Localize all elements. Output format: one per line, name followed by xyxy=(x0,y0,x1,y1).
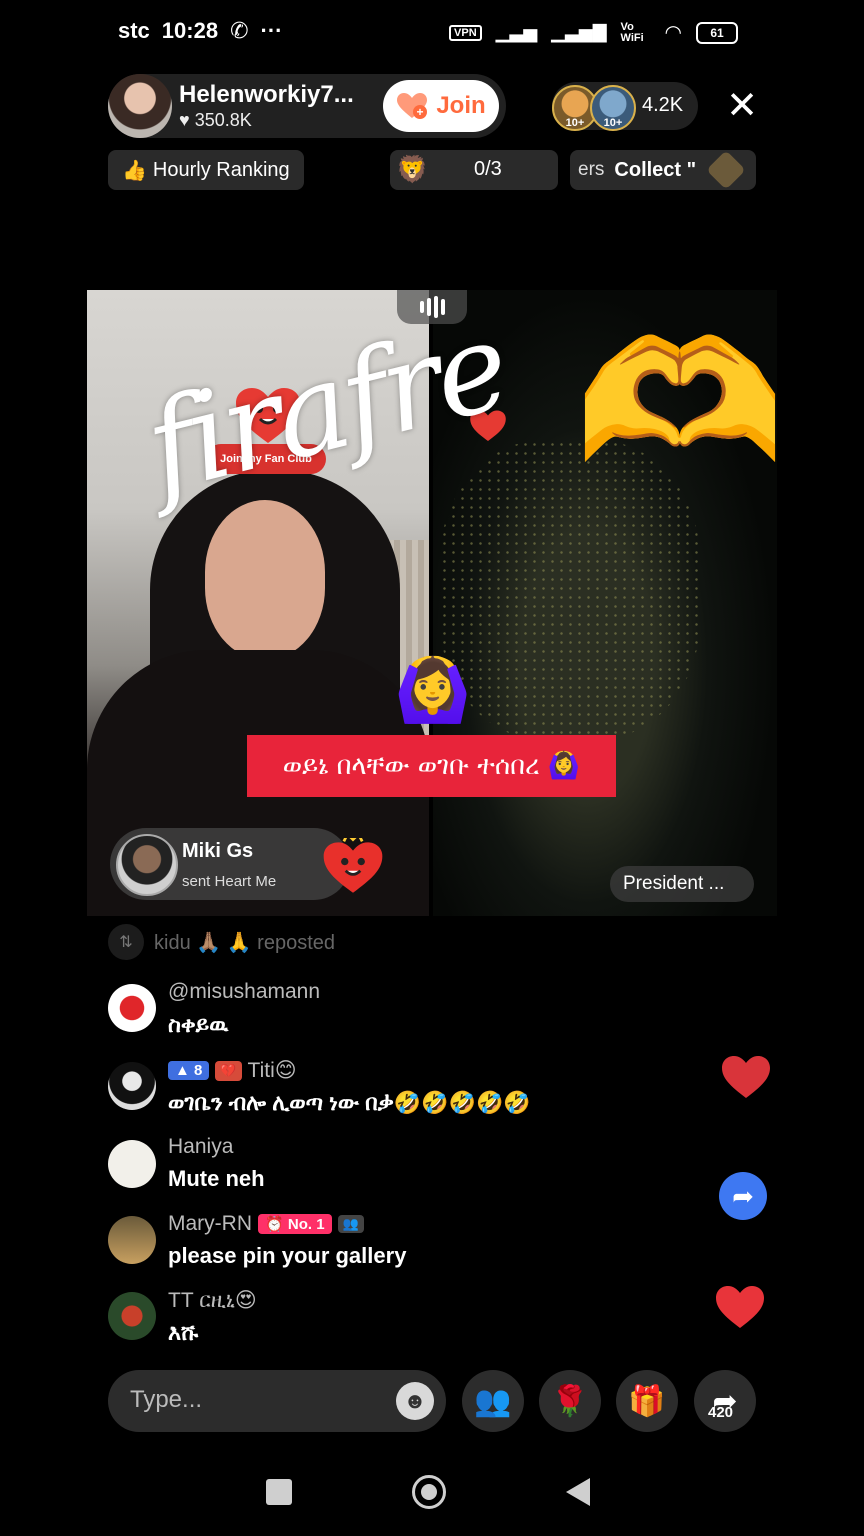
comment-avatar[interactable] xyxy=(108,1062,156,1110)
comment-text: ስቀይዉ xyxy=(168,1012,229,1037)
task-progress-count: 0/3 xyxy=(474,158,502,180)
share-arrow-icon[interactable]: ➦ xyxy=(719,1172,767,1220)
vpn-icon: VPN xyxy=(449,24,482,41)
top-viewer-avatar[interactable]: 10+ xyxy=(590,85,636,131)
heart-hands-icon: 🫶 xyxy=(574,308,786,498)
signal-icon-2: ▁▃▅▇ xyxy=(551,22,607,42)
back-icon[interactable] xyxy=(566,1478,590,1506)
comment-avatar[interactable] xyxy=(108,1140,156,1188)
join-label: Join xyxy=(436,92,486,119)
rose-gift-icon[interactable]: 🌹 xyxy=(539,1370,601,1432)
caption-banner: ወይኔ በላቸው ወገቡ ተሰበረ 🙆‍♀️ xyxy=(247,735,616,797)
gift-box-icon[interactable]: 🎁 xyxy=(616,1370,678,1432)
comment-avatar[interactable] xyxy=(108,984,156,1032)
rank-badge: ⏰ No. 1 xyxy=(258,1214,332,1234)
comment-avatar[interactable] xyxy=(108,1292,156,1340)
share-count: 420 xyxy=(708,1404,734,1421)
close-icon[interactable]: ✕ xyxy=(724,86,760,126)
host-avatar[interactable] xyxy=(108,74,172,138)
hourly-ranking-label: Hourly Ranking xyxy=(152,158,290,181)
lion-icon: 🦁 xyxy=(396,154,429,184)
host-likes-count: 350.8K xyxy=(194,110,252,130)
emoji-icon[interactable]: ☻ xyxy=(396,1382,434,1420)
comment-username-text: Haniya xyxy=(168,1135,234,1158)
clock: 10:28 xyxy=(161,18,219,43)
level-badge: ▲ 8 xyxy=(168,1061,210,1080)
comment-avatar[interactable] xyxy=(108,1216,156,1264)
whatsapp-icon: ✆ xyxy=(230,18,249,43)
more-notifications: ··· xyxy=(260,18,283,43)
home-icon[interactable] xyxy=(412,1475,446,1509)
comment-username[interactable]: ▲ 8 💔 Titi😊 xyxy=(168,1058,297,1083)
carrier-label: stc xyxy=(118,18,150,43)
heart-gift-icon xyxy=(323,838,383,893)
like-heart-icon[interactable] xyxy=(720,1054,772,1100)
hourly-ranking-button[interactable]: 👍 Hourly Ranking xyxy=(108,150,304,190)
recent-apps-icon[interactable] xyxy=(266,1479,292,1505)
join-button[interactable]: + Join xyxy=(383,80,499,132)
comment-username-text: @misushamann xyxy=(168,980,321,1003)
gift-sender-avatar[interactable] xyxy=(116,834,178,896)
signal-icon: ▁▃▅ xyxy=(495,22,538,42)
comment-text: ወገቤን ብሎ ሊወጣ ነው በቃ🤣🤣🤣🤣🤣 xyxy=(168,1090,531,1115)
collect-badge-icon xyxy=(706,150,746,190)
gift-sender-name: Miki Gs xyxy=(182,840,254,862)
guest-name-label[interactable]: President ... xyxy=(610,866,754,902)
battery-icon: 61 xyxy=(696,21,738,44)
repost-notice: ⇅ kidu 🙏🏽 🙏 reposted xyxy=(108,924,335,960)
multi-guest-icon[interactable]: 👥 xyxy=(462,1370,524,1432)
host-face xyxy=(205,500,325,660)
comment-username[interactable]: @misushamann xyxy=(168,980,320,1004)
host-name[interactable]: Helenworkiy7... xyxy=(179,81,354,109)
like-heart-icon[interactable] xyxy=(714,1284,766,1330)
woman-gesturing-icon: 🙆‍♀️ xyxy=(394,656,472,725)
viewer-count[interactable]: 4.2K xyxy=(642,94,683,117)
collect-banner[interactable]: ers Collect " xyxy=(570,150,756,190)
comment-username-text: Titi😊 xyxy=(247,1059,297,1082)
heart-icon: ♥ xyxy=(179,110,190,130)
comment-username[interactable]: Haniya xyxy=(168,1135,233,1159)
vowifi-label: Vo WiFi xyxy=(620,20,644,44)
comment-text: please pin your gallery xyxy=(168,1243,407,1268)
svg-text:+: + xyxy=(417,105,424,119)
comment-username-text: Mary-RN xyxy=(168,1212,252,1235)
group-badge-icon: 👥 xyxy=(337,1215,364,1233)
fan-heart-icon: + xyxy=(397,93,428,119)
share-button[interactable]: ➦ xyxy=(694,1370,756,1432)
collect-prefix: ers xyxy=(578,159,605,180)
wifi-icon: ◠ xyxy=(664,22,682,44)
status-bar: stc 10:28 ✆ ··· VPN ▁▃▅ ▁▃▅▇ Vo WiFi ◠ 6… xyxy=(0,0,864,66)
gift-description: sent Heart Me xyxy=(182,873,277,890)
collect-label: Collect " xyxy=(614,158,697,181)
viewer-badge: 10+ xyxy=(603,117,623,129)
repost-icon: ⇅ xyxy=(108,924,144,960)
comment-text: Mute neh xyxy=(168,1166,265,1191)
thumbs-up-icon: 👍 xyxy=(122,159,147,182)
comment-username[interactable]: TT ርዚኒ😍 xyxy=(168,1288,257,1313)
comment-username-text: TT ርዚኒ😍 xyxy=(168,1289,257,1312)
comment-username[interactable]: Mary-RN ⏰ No. 1 👥 xyxy=(168,1212,364,1236)
fan-badge-icon: 💔 xyxy=(215,1060,242,1081)
viewer-badge: 10+ xyxy=(565,117,585,129)
comment-text: እሹ xyxy=(168,1320,199,1345)
comment-input-placeholder: Type... xyxy=(130,1386,203,1413)
repost-text: kidu 🙏🏽 🙏 reposted xyxy=(154,931,335,954)
host-likes: ♥ 350.8K xyxy=(179,110,252,131)
